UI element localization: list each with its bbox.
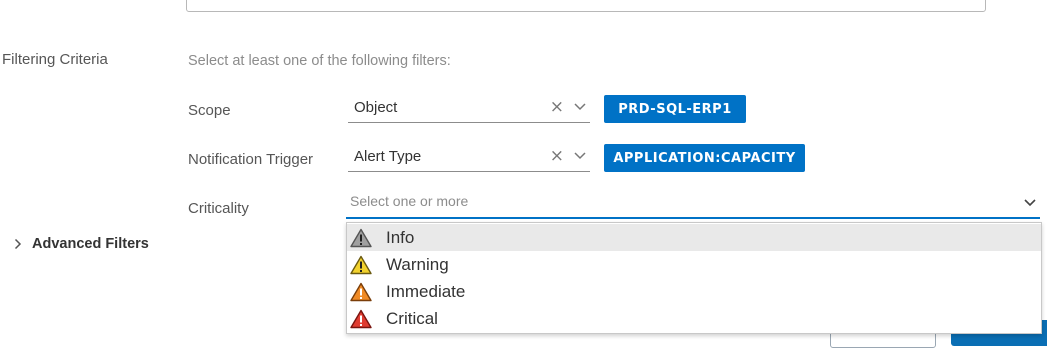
option-immediate[interactable]: Immediate bbox=[347, 278, 1041, 305]
warning-red-icon bbox=[350, 309, 372, 328]
chevron-down-icon[interactable] bbox=[1024, 199, 1036, 207]
option-info[interactable]: Info bbox=[347, 224, 1041, 251]
clear-icon[interactable]: × bbox=[550, 97, 564, 117]
warning-yellow-icon bbox=[350, 255, 372, 274]
criticality-dropdown: Info Warning Immediate Critical bbox=[346, 222, 1042, 334]
option-critical[interactable]: Critical bbox=[347, 305, 1041, 332]
warning-gray-icon bbox=[350, 228, 372, 247]
filter-hint: Select at least one of the following fil… bbox=[188, 53, 451, 69]
notification-trigger-label: Notification Trigger bbox=[188, 151, 314, 168]
advanced-filters-label: Advanced Filters bbox=[32, 236, 149, 252]
chevron-down-icon[interactable] bbox=[574, 152, 586, 160]
criticality-placeholder: Select one or more bbox=[350, 193, 469, 209]
scope-select[interactable]: Object × bbox=[348, 96, 590, 123]
filtering-criteria-label: Filtering Criteria bbox=[2, 51, 108, 68]
option-label: Info bbox=[386, 227, 415, 247]
scope-label: Scope bbox=[188, 102, 231, 119]
criticality-label: Criticality bbox=[188, 200, 249, 217]
chevron-down-icon[interactable] bbox=[574, 103, 586, 111]
description-textarea[interactable] bbox=[186, 0, 986, 12]
chevron-right-icon bbox=[14, 238, 22, 250]
scope-value: Object bbox=[354, 99, 398, 116]
option-warning[interactable]: Warning bbox=[347, 251, 1041, 278]
clear-icon[interactable]: × bbox=[550, 146, 564, 166]
option-label: Critical bbox=[386, 308, 438, 328]
warning-orange-icon bbox=[350, 282, 372, 301]
option-label: Warning bbox=[386, 254, 449, 274]
criticality-multiselect[interactable]: Select one or more bbox=[346, 190, 1040, 219]
option-label: Immediate bbox=[386, 281, 466, 301]
advanced-filters-toggle[interactable]: Advanced Filters bbox=[14, 236, 149, 252]
alert-type-chip[interactable]: APPLICATION:CAPACITY bbox=[604, 144, 805, 172]
scope-object-chip[interactable]: PRD-SQL-ERP1 bbox=[604, 95, 746, 123]
notification-trigger-value: Alert Type bbox=[354, 148, 422, 165]
notification-trigger-select[interactable]: Alert Type × bbox=[348, 145, 590, 172]
